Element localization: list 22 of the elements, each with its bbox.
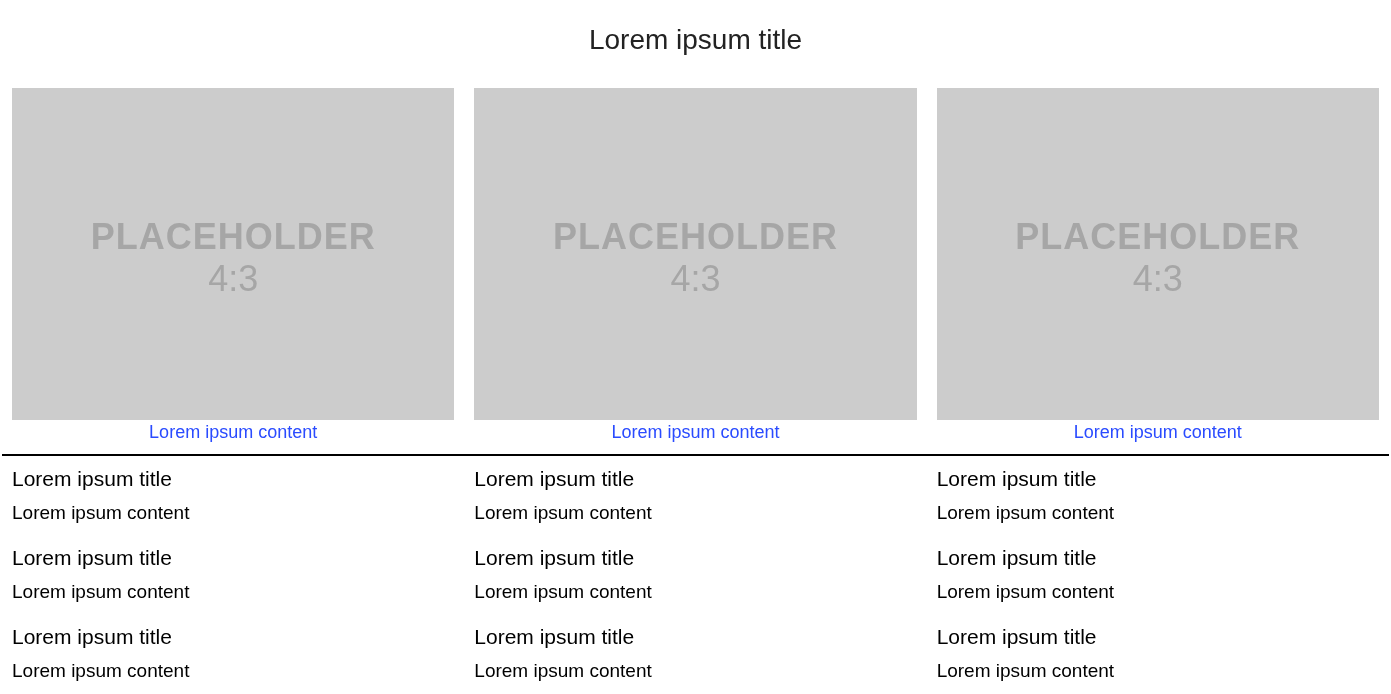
item-title: Lorem ipsum title bbox=[474, 624, 636, 650]
item-content: Lorem ipsum content bbox=[474, 659, 653, 683]
item-content: Lorem ipsum content bbox=[12, 580, 191, 604]
content-link[interactable]: Lorem ipsum content bbox=[611, 421, 780, 443]
item-title: Lorem ipsum title bbox=[474, 545, 636, 571]
item-content: Lorem ipsum content bbox=[936, 580, 1116, 604]
item-title: Lorem ipsum title bbox=[12, 624, 173, 650]
item-title: Lorem ipsum title bbox=[474, 466, 636, 492]
item-content: Lorem ipsum content bbox=[936, 501, 1116, 525]
page-title: Lorem ipsum title bbox=[588, 23, 803, 57]
item-content: Lorem ipsum content bbox=[474, 501, 653, 525]
item-title: Lorem ipsum title bbox=[12, 466, 173, 492]
item-content: Lorem ipsum content bbox=[474, 580, 653, 604]
item-title: Lorem ipsum title bbox=[936, 466, 1098, 492]
content-link[interactable]: Lorem ipsum content bbox=[1073, 421, 1242, 443]
item-title: Lorem ipsum title bbox=[936, 624, 1098, 650]
content-link[interactable]: Lorem ipsum content bbox=[149, 421, 318, 443]
item-content: Lorem ipsum content bbox=[12, 659, 191, 683]
item-title: Lorem ipsum title bbox=[936, 545, 1098, 571]
item-content: Lorem ipsum content bbox=[12, 501, 191, 525]
item-content: Lorem ipsum content bbox=[936, 659, 1116, 683]
item-title: Lorem ipsum title bbox=[12, 545, 173, 571]
